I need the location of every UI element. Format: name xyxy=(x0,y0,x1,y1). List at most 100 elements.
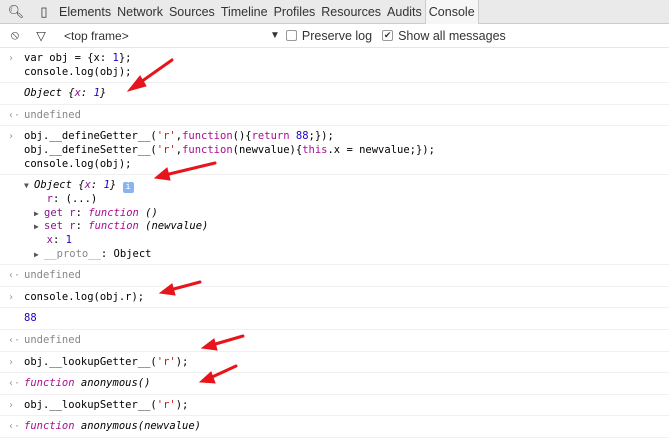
code-token: 'r' xyxy=(156,398,176,411)
console-line: console.log(obj.r); xyxy=(24,291,669,305)
tab-network[interactable]: Network xyxy=(114,0,166,24)
expand-triangle-icon[interactable]: ▶ xyxy=(34,207,44,221)
code-token: function xyxy=(88,206,139,219)
console-log-row: Object {x: 1} xyxy=(0,83,669,105)
code-token: return xyxy=(251,130,290,143)
console-result-row: ‹· undefined xyxy=(0,105,669,127)
code-token: function xyxy=(182,130,233,143)
clear-console-icon[interactable]: ⦸ xyxy=(4,28,26,43)
console-tree-row: ▼ Object {x: 1} i r: (...) ▶ get r: functio… xyxy=(0,175,669,266)
code-token: get r xyxy=(44,206,76,219)
console-line: undefined xyxy=(24,109,669,123)
code-token: undefined xyxy=(24,269,81,282)
console-line: Object {x: 1} xyxy=(24,87,669,101)
preserve-log-label: Preserve log xyxy=(301,28,373,43)
code-token: console.log(obj); xyxy=(24,65,132,78)
search-icon[interactable]: 🔍︎ xyxy=(4,4,28,20)
code-token: : xyxy=(90,179,104,192)
code-token: obj.__lookupSetter__( xyxy=(24,398,157,411)
code-token: anonymous() xyxy=(74,377,151,390)
tab-timeline[interactable]: Timeline xyxy=(218,0,271,24)
code-token: obj.__lookupGetter__( xyxy=(24,355,157,368)
code-token: var obj = {x: xyxy=(24,52,113,64)
code-token: function xyxy=(88,220,139,233)
console-input-row: › var obj = {x: 1}; console.log(obj); xyxy=(0,48,669,84)
console-line: ▶ get r: function () xyxy=(24,207,669,221)
show-all-messages-checkbox[interactable]: ✔ xyxy=(382,30,394,41)
expand-triangle-icon[interactable]: ▶ xyxy=(34,248,44,262)
devtools-tabbar: 🔍︎ ▯ Elements Network Sources Timeline Profi… xyxy=(0,0,669,24)
tab-elements[interactable]: Elements xyxy=(56,0,114,24)
console-line: console.log(obj); xyxy=(24,158,669,172)
code-token: ); xyxy=(175,355,189,368)
code-token: () xyxy=(138,206,158,219)
code-token: console.log(obj); xyxy=(24,157,132,170)
code-token: undefined xyxy=(24,108,81,121)
code-token: Object { xyxy=(24,87,75,100)
console-line: ▼ Object {x: 1} i xyxy=(24,179,669,194)
code-token: obj.__defineGetter__( xyxy=(24,130,157,143)
console-input-row: › console.log(obj.r); xyxy=(0,287,669,309)
console-line: console.log(obj); xyxy=(24,66,669,80)
code-token: console.log(obj.r); xyxy=(24,290,145,303)
result-arrow-icon: ‹· xyxy=(8,378,21,390)
input-prompt-icon: › xyxy=(8,131,15,143)
result-arrow-icon: ‹· xyxy=(8,109,21,121)
code-token: } xyxy=(99,87,107,100)
code-token: __proto__ xyxy=(44,247,101,260)
code-token: undefined xyxy=(24,333,81,346)
console-line: obj.__lookupGetter__('r'); xyxy=(24,356,669,370)
tab-console[interactable]: Console xyxy=(424,0,479,24)
tab-profiles[interactable]: Profiles xyxy=(271,0,319,24)
code-token: 'r' xyxy=(156,143,176,156)
console-line: obj.__defineSetter__('r',function(newval… xyxy=(24,144,669,158)
code-token: : xyxy=(52,233,66,246)
chevron-down-icon[interactable]: ▼ xyxy=(270,30,280,41)
code-token: 'r' xyxy=(156,130,176,143)
frame-selector[interactable]: <top frame> xyxy=(52,29,202,43)
code-token: 1 xyxy=(65,233,72,246)
code-token: (newvalue){ xyxy=(232,143,303,156)
console-line: ▶ set r: function (newvalue) xyxy=(24,220,669,234)
code-token: function xyxy=(24,377,75,390)
console-output[interactable]: › var obj = {x: 1}; console.log(obj); Objec… xyxy=(0,48,669,438)
code-token: } xyxy=(109,179,123,192)
code-token: (){ xyxy=(232,130,252,143)
code-token: (newvalue) xyxy=(138,220,209,233)
input-prompt-icon: › xyxy=(8,356,15,368)
code-token: function xyxy=(24,420,75,433)
tab-sources[interactable]: Sources xyxy=(166,0,218,24)
expand-triangle-icon[interactable]: ▶ xyxy=(34,220,44,234)
console-result-row: ‹· undefined xyxy=(0,330,669,352)
console-line: x: 1 xyxy=(24,234,669,248)
code-token: obj.__defineSetter__( xyxy=(24,143,157,156)
console-result-row: ‹· undefined xyxy=(0,265,669,287)
code-token: : Object xyxy=(100,247,152,260)
device-mode-icon[interactable]: ▯ xyxy=(32,4,56,20)
info-icon: i xyxy=(122,182,134,194)
code-token: set r xyxy=(44,220,76,233)
code-token: ); xyxy=(175,398,189,411)
console-input-row: › obj.__lookupGetter__('r'); xyxy=(0,352,669,374)
console-input-row: › obj.__lookupSetter__('r'); xyxy=(0,395,669,417)
console-line: r: (...) xyxy=(24,193,669,207)
expand-triangle-icon[interactable]: ▼ xyxy=(24,179,34,193)
filter-icon[interactable]: ▽ xyxy=(30,28,52,43)
result-arrow-icon: ‹· xyxy=(8,334,21,346)
console-line: undefined xyxy=(24,269,669,283)
console-result-row: ‹· function anonymous(newvalue) xyxy=(0,416,669,438)
console-line: obj.__defineGetter__('r',function(){retu… xyxy=(24,130,669,144)
input-prompt-icon: › xyxy=(8,399,15,411)
code-token: function xyxy=(182,143,233,156)
console-line: ▶ __proto__: Object xyxy=(24,248,669,262)
tab-audits[interactable]: Audits xyxy=(384,0,425,24)
console-input-row: › obj.__defineGetter__('r',function(){ret… xyxy=(0,126,669,176)
code-token: 'r' xyxy=(156,355,176,368)
code-token: : xyxy=(80,87,94,100)
input-prompt-icon: › xyxy=(8,291,15,303)
preserve-log-checkbox[interactable] xyxy=(285,30,297,41)
show-all-messages-label: Show all messages xyxy=(398,28,506,43)
tab-resources[interactable]: Resources xyxy=(318,0,384,24)
